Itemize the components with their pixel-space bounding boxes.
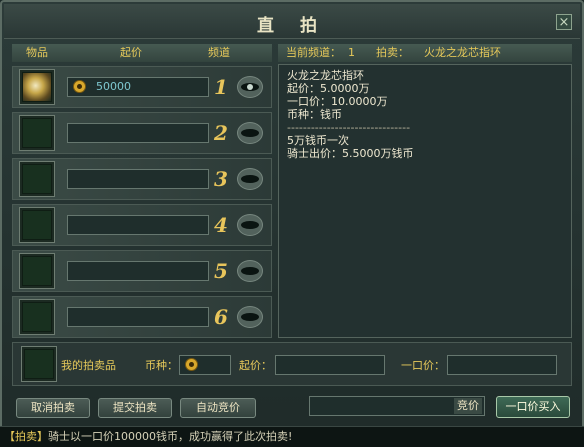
channel-number: 3 <box>214 167 228 191</box>
currency-select[interactable] <box>179 355 231 375</box>
view-channel-eye-icon[interactable] <box>237 168 263 190</box>
channel-row[interactable]: 50000 1 <box>12 66 272 108</box>
submit-auction-button[interactable]: 提交拍卖 <box>98 398 172 418</box>
detail-header: 当前频道： 1 拍卖： 火龙之龙芯指环 <box>278 44 572 62</box>
buyout-button[interactable]: 一口价买入 <box>496 396 570 418</box>
channel-row[interactable]: 6 <box>12 296 272 338</box>
detail-line: 骑士出价：5.5000万钱币 <box>287 147 414 160</box>
view-channel-eye-icon[interactable] <box>237 122 263 144</box>
detail-line: 币种：钱币 <box>287 108 342 121</box>
start-price-value: 50000 <box>96 80 131 93</box>
view-channel-eye-icon[interactable] <box>237 214 263 236</box>
title-bar[interactable]: 直 拍 × <box>4 4 580 39</box>
start-price-label: 起价： <box>239 359 272 372</box>
detail-line: 起价：5.0000万 <box>287 82 370 95</box>
system-message-bar: 【拍卖】骑士以一口价100000钱币，成功赢得了此次拍卖! <box>0 426 584 447</box>
start-price-input[interactable] <box>275 355 385 375</box>
message-tag: 【拍卖】 <box>4 430 48 443</box>
empty-slot <box>22 210 52 240</box>
empty-slot <box>22 256 52 286</box>
channel-number: 5 <box>214 259 228 283</box>
start-price-field <box>67 307 209 327</box>
empty-slot <box>22 302 52 332</box>
my-item-slot[interactable] <box>21 346 57 382</box>
window-title: 直 拍 <box>257 16 327 36</box>
detail-separator: ------------------------------- <box>287 121 411 134</box>
cancel-auction-button[interactable]: 取消拍卖 <box>16 398 90 418</box>
channel-row[interactable]: 4 <box>12 204 272 246</box>
channel-row[interactable]: 5 <box>12 250 272 292</box>
item-slot[interactable] <box>19 207 55 243</box>
bid-button[interactable]: 竞价 <box>454 398 482 414</box>
start-price-field: 50000 <box>67 77 209 97</box>
auction-item-name: 火龙之龙芯指环 <box>424 46 501 59</box>
current-channel-value: 1 <box>348 46 355 59</box>
start-price-field <box>67 169 209 189</box>
view-channel-eye-icon[interactable] <box>237 306 263 328</box>
my-auction-label: 我的拍卖品 <box>61 359 116 372</box>
my-auction-panel: 我的拍卖品 币种： 起价： 一口价： <box>12 342 572 386</box>
channel-number: 4 <box>214 213 228 237</box>
close-icon[interactable]: × <box>556 14 572 30</box>
ring-icon <box>22 72 52 102</box>
empty-slot <box>22 118 52 148</box>
message-text: 骑士以一口价100000钱币，成功赢得了此次拍卖! <box>48 430 293 443</box>
currency-label: 币种： <box>145 359 178 372</box>
channel-number: 6 <box>214 305 228 329</box>
auction-label: 拍卖： <box>376 46 409 59</box>
header-item: 物品 <box>26 46 48 59</box>
start-price-field <box>67 261 209 281</box>
view-channel-eye-icon[interactable] <box>237 76 263 98</box>
channel-number: 1 <box>214 75 228 99</box>
start-price-field <box>67 215 209 235</box>
channel-row[interactable]: 2 <box>12 112 272 154</box>
channel-row[interactable]: 3 <box>12 158 272 200</box>
start-price-field <box>67 123 209 143</box>
header-channel: 频道 <box>208 46 230 59</box>
view-channel-eye-icon[interactable] <box>237 260 263 282</box>
channel-list-header: 物品 起价 频道 <box>12 44 272 62</box>
auction-detail-panel: 火龙之龙芯指环 起价：5.0000万 一口价：10.0000万 币种：钱币 --… <box>278 64 572 338</box>
detail-line: 5万钱币一次 <box>287 134 349 147</box>
coin-icon <box>185 358 198 371</box>
item-slot[interactable] <box>19 299 55 335</box>
item-slot[interactable] <box>19 161 55 197</box>
current-channel-label: 当前频道： <box>286 46 341 59</box>
detail-line: 火龙之龙芯指环 <box>287 69 364 82</box>
bid-input[interactable]: 竞价 <box>309 396 485 416</box>
auto-bid-button[interactable]: 自动竞价 <box>180 398 256 418</box>
item-slot[interactable] <box>19 115 55 151</box>
header-start-price: 起价 <box>120 46 142 59</box>
item-slot[interactable] <box>19 69 55 105</box>
auction-window: 直 拍 × 物品 起价 频道 当前频道： 1 拍卖： 火龙之龙芯指环 50000… <box>0 0 584 446</box>
empty-slot <box>22 164 52 194</box>
item-slot[interactable] <box>19 253 55 289</box>
buyout-price-label: 一口价： <box>401 359 445 372</box>
buyout-price-input[interactable] <box>447 355 557 375</box>
coin-icon <box>73 80 86 93</box>
detail-line: 一口价：10.0000万 <box>287 95 388 108</box>
channel-number: 2 <box>214 121 228 145</box>
